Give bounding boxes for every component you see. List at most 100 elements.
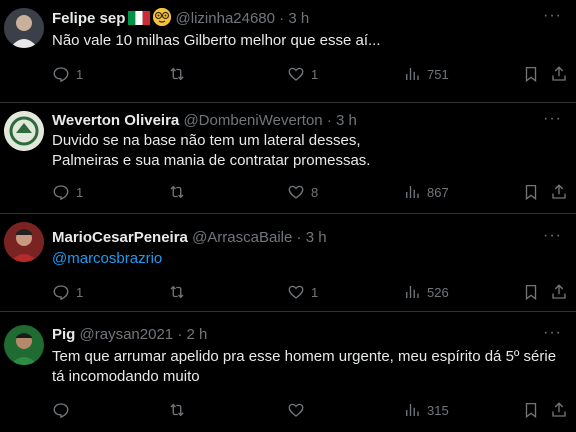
retweet-icon	[170, 185, 184, 199]
action-bar: 1 1 526	[52, 282, 568, 302]
tweet-line: tá incomodando muito	[52, 368, 200, 385]
retweet-icon	[170, 285, 184, 299]
action-bar: 1 1 751	[52, 64, 568, 84]
display-name[interactable]: Weverton Oliveira	[52, 112, 179, 129]
display-name[interactable]: MarioCesarPeneira	[52, 229, 188, 246]
views-icon	[406, 404, 419, 416]
views-count: 315	[427, 402, 449, 418]
heart-icon	[288, 403, 304, 417]
like-count: 1	[311, 66, 319, 82]
avatar-photo	[4, 325, 44, 365]
retweet-button[interactable]	[168, 282, 192, 302]
avatar-crest	[4, 111, 44, 151]
reply-count: 1	[76, 184, 84, 200]
bookmark-button[interactable]	[522, 182, 540, 202]
tweet-3[interactable]: MarioCesarPeneira @ArrascaBaile · 3 h ··…	[0, 214, 576, 312]
views-count: 751	[427, 66, 449, 82]
tweet-header: Weverton Oliveira @DombeniWeverton · 3 h	[52, 111, 357, 131]
reply-icon	[53, 285, 69, 301]
retweet-button[interactable]	[168, 182, 192, 202]
share-button[interactable]	[550, 282, 568, 302]
retweet-icon	[170, 403, 184, 417]
like-count: 8	[311, 184, 319, 200]
reply-button[interactable]: 1	[52, 64, 83, 84]
heart-icon	[288, 285, 304, 299]
share-button[interactable]	[550, 400, 568, 420]
tweet-header: Pig @raysan2021 · 2 h	[52, 325, 207, 345]
more-options-icon[interactable]: ···	[543, 8, 562, 24]
tweet-line: Duvido se na base não tem um lateral des…	[52, 132, 361, 149]
timestamp[interactable]: 3 h	[306, 229, 327, 246]
tweet-header: MarioCesarPeneira @ArrascaBaile · 3 h	[52, 228, 327, 248]
views-count: 526	[427, 284, 449, 300]
handle[interactable]: @ArrascaBaile	[192, 229, 292, 246]
reply-count: 1	[76, 66, 84, 82]
avatar[interactable]	[4, 8, 44, 48]
like-button[interactable]	[287, 400, 311, 420]
separator-dot: ·	[279, 10, 285, 27]
views-icon	[406, 286, 419, 298]
views-count: 867	[427, 184, 449, 200]
views-button[interactable]: 751	[403, 64, 449, 84]
avatar-photo	[4, 8, 44, 48]
bookmark-button[interactable]	[522, 282, 540, 302]
like-button[interactable]: 8	[287, 182, 318, 202]
display-name[interactable]: Felipe sep	[52, 10, 125, 27]
tweet-2[interactable]: Weverton Oliveira @DombeniWeverton · 3 h…	[0, 103, 576, 214]
separator-dot: ·	[326, 112, 332, 129]
bookmark-icon	[525, 402, 537, 419]
share-icon	[552, 402, 566, 417]
share-button[interactable]	[550, 64, 568, 84]
handle[interactable]: @raysan2021	[80, 326, 174, 343]
retweet-icon	[170, 67, 184, 81]
reply-icon	[53, 185, 69, 201]
tweet-text: Não vale 10 milhas Gilberto melhor que e…	[52, 31, 562, 51]
more-options-icon[interactable]: ···	[543, 325, 562, 341]
reply-button[interactable]: 1	[52, 182, 83, 202]
display-name[interactable]: Pig	[52, 326, 75, 343]
reply-icon	[53, 67, 69, 83]
handle[interactable]: @DombeniWeverton	[183, 112, 322, 129]
nerd-face-icon	[153, 8, 172, 26]
avatar-photo	[4, 222, 44, 262]
share-icon	[552, 184, 566, 199]
timestamp[interactable]: 3 h	[288, 10, 309, 27]
bookmark-icon	[525, 184, 537, 201]
tweet-line: Tem que arrumar apelido pra esse homem u…	[52, 348, 557, 365]
views-button[interactable]: 315	[403, 400, 449, 420]
mention-link[interactable]: @marcosbrazrio	[52, 249, 562, 269]
tweet-line: Palmeiras e sua mania de contratar prome…	[52, 152, 371, 169]
separator-dot: ·	[177, 326, 183, 343]
reply-button[interactable]: 1	[52, 282, 83, 302]
tweet-1[interactable]: Felipe sep @lizinha24680 · 3 h ··· Não v…	[0, 0, 576, 103]
tweet-text: @marcosbrazrio	[52, 249, 562, 269]
avatar[interactable]	[4, 222, 44, 262]
bookmark-button[interactable]	[522, 400, 540, 420]
tweet-header: Felipe sep @lizinha24680 · 3 h	[52, 8, 309, 29]
reply-count: 1	[76, 284, 84, 300]
retweet-button[interactable]	[168, 400, 192, 420]
views-button[interactable]: 526	[403, 282, 449, 302]
avatar[interactable]	[4, 111, 44, 151]
handle[interactable]: @lizinha24680	[176, 10, 275, 27]
like-button[interactable]: 1	[287, 64, 318, 84]
bookmark-button[interactable]	[522, 64, 540, 84]
views-icon	[406, 68, 419, 80]
retweet-button[interactable]	[168, 64, 192, 84]
avatar[interactable]	[4, 325, 44, 365]
tweet-text: Duvido se na base não tem um lateral des…	[52, 131, 562, 171]
reply-button[interactable]	[52, 400, 76, 420]
like-button[interactable]: 1	[287, 282, 318, 302]
tweet-4[interactable]: Pig @raysan2021 · 2 h ··· Tem que arruma…	[0, 312, 576, 432]
more-options-icon[interactable]: ···	[543, 228, 562, 244]
heart-icon	[288, 67, 304, 81]
timestamp[interactable]: 2 h	[186, 326, 207, 343]
more-options-icon[interactable]: ···	[543, 111, 562, 127]
views-button[interactable]: 867	[403, 182, 449, 202]
timestamp[interactable]: 3 h	[336, 112, 357, 129]
bookmark-icon	[525, 284, 537, 301]
share-icon	[552, 284, 566, 299]
tweet-text: Tem que arrumar apelido pra esse homem u…	[52, 347, 562, 387]
share-button[interactable]	[550, 182, 568, 202]
like-count: 1	[311, 284, 319, 300]
